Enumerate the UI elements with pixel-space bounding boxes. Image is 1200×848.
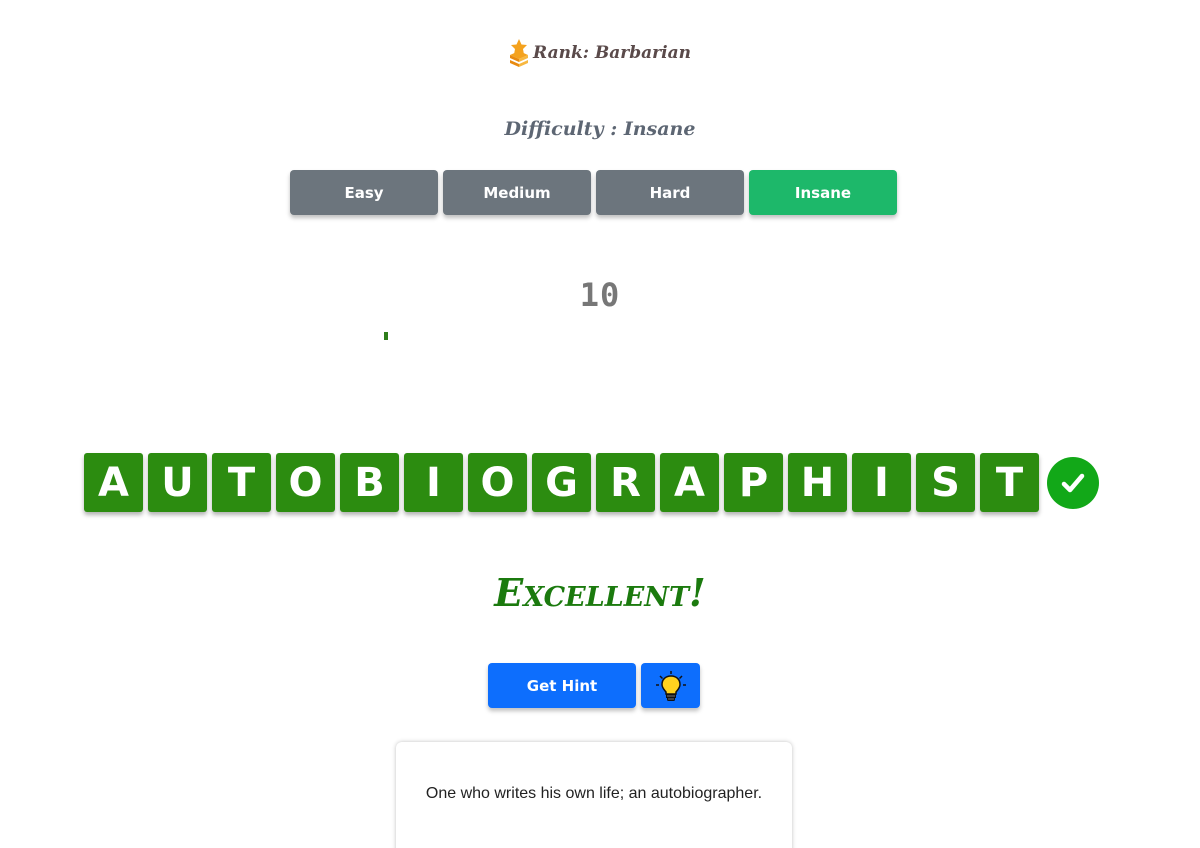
- timer-value: 10: [579, 276, 621, 314]
- definition-card: One who writes his own life; an autobiog…: [396, 742, 792, 848]
- letter-tile: G: [532, 453, 591, 512]
- word-tiles: AUTOBIOGRAPHIST: [84, 453, 1099, 512]
- check-circle-icon: [1047, 456, 1099, 509]
- rank-display: Rank: Barbarian: [0, 38, 1200, 68]
- get-hint-button[interactable]: Get Hint: [488, 663, 636, 708]
- letter-tile: H: [788, 453, 847, 512]
- rank-label: Rank: Barbarian: [533, 43, 691, 63]
- difficulty-hard-button[interactable]: Hard: [596, 170, 744, 215]
- difficulty-insane-button[interactable]: Insane: [749, 170, 897, 215]
- feedback-message: Excellent!: [494, 570, 706, 615]
- lightbulb-icon: [655, 670, 686, 701]
- letter-tile: R: [596, 453, 655, 512]
- letter-tile: T: [212, 453, 271, 512]
- letter-tile: A: [660, 453, 719, 512]
- difficulty-easy-button[interactable]: Easy: [290, 170, 438, 215]
- letter-tile: I: [852, 453, 911, 512]
- letter-tile: I: [404, 453, 463, 512]
- letter-tile: O: [276, 453, 335, 512]
- letter-tile: S: [916, 453, 975, 512]
- lightbulb-button[interactable]: [641, 663, 700, 708]
- game-page: Rank: Barbarian Difficulty : Insane Easy…: [0, 0, 1200, 848]
- letter-tile: B: [340, 453, 399, 512]
- letter-tile: P: [724, 453, 783, 512]
- definition-text: One who writes his own life; an autobiog…: [425, 785, 763, 802]
- difficulty-title: Difficulty : Insane: [504, 118, 696, 140]
- timer-progress-bar: [384, 332, 388, 340]
- difficulty-selector: Easy Medium Hard Insane: [290, 170, 897, 215]
- rank-medal-icon: [510, 39, 529, 67]
- letter-tile: U: [148, 453, 207, 512]
- letter-tile: O: [468, 453, 527, 512]
- letter-tile: T: [980, 453, 1039, 512]
- difficulty-medium-button[interactable]: Medium: [443, 170, 591, 215]
- letter-tile: A: [84, 453, 143, 512]
- hint-controls: Get Hint: [488, 663, 700, 708]
